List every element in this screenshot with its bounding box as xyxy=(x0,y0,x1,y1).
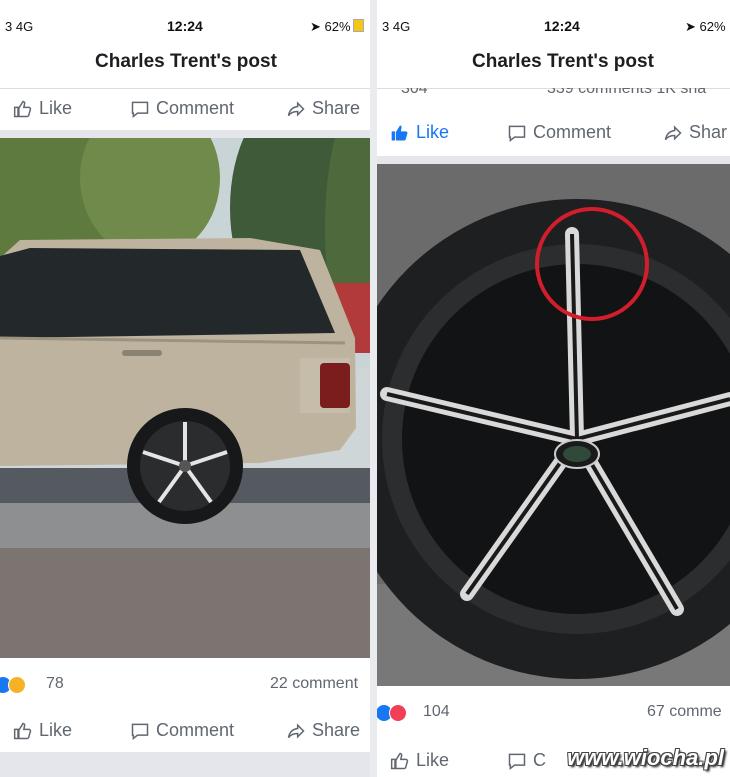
post-header: Charles Trent's post xyxy=(0,38,370,89)
comment-button[interactable]: Comment xyxy=(130,98,234,119)
comment-button[interactable]: Comment xyxy=(507,122,611,143)
comment-label: Comment xyxy=(156,98,235,118)
like-label: Like xyxy=(416,750,450,770)
carrier-signal: 3 4G xyxy=(382,19,411,34)
wow-reaction-icon xyxy=(8,676,26,694)
thumbs-up-icon xyxy=(391,125,408,140)
action-bar-bottom: Like Comment Share xyxy=(0,710,370,754)
reactions-summary[interactable]: 78 22 comment xyxy=(0,670,370,700)
left-post-screenshot: 3 4G 12:24 ➤ 62% Charles Trent's post Li… xyxy=(0,0,370,777)
comment-icon xyxy=(131,101,149,118)
post-header: Charles Trent's post xyxy=(377,38,730,89)
clock: 12:24 xyxy=(167,18,203,34)
share-button[interactable]: Share xyxy=(286,98,360,119)
page-title: Charles Trent's post xyxy=(95,51,277,72)
clock: 12:24 xyxy=(544,18,580,34)
share-button[interactable]: Share xyxy=(286,720,360,741)
comment-count[interactable]: 67 comme xyxy=(647,703,722,721)
cutoff-comment-share: 339 comments 1K sha xyxy=(547,88,707,97)
status-bar: 3 4G 12:24 ➤ 62% xyxy=(377,14,730,38)
action-bar-top: Like Comment Share xyxy=(0,88,370,132)
thumbs-up-icon xyxy=(390,752,409,769)
separator xyxy=(0,752,370,777)
separator xyxy=(0,130,370,138)
like-button[interactable]: Like xyxy=(13,98,72,119)
reaction-icons xyxy=(0,676,26,694)
battery-percent: 62% xyxy=(324,19,351,34)
cutoff-stats: 304 339 comments 1K sha xyxy=(377,88,730,98)
share-label: Shar xyxy=(689,122,728,142)
right-post-screenshot: 3 4G 12:24 ➤ 62% Charles Trent's post 30… xyxy=(377,0,730,777)
like-label: Like xyxy=(416,122,450,142)
like-label: Like xyxy=(39,720,73,740)
battery-indicator: ➤ 62% xyxy=(685,19,726,35)
like-button[interactable]: Like xyxy=(390,750,449,771)
reactions-summary[interactable]: 104 67 comme xyxy=(377,698,730,728)
reaction-count: 104 xyxy=(423,703,450,720)
location-icon: ➤ xyxy=(685,19,696,34)
comment-label: Comment xyxy=(156,720,235,740)
comment-button[interactable]: Comment xyxy=(130,720,234,741)
reaction-icons xyxy=(377,704,407,722)
share-icon xyxy=(664,124,682,141)
watermark: www.wiocha.pl xyxy=(567,745,724,770)
page-title: Charles Trent's post xyxy=(472,51,654,72)
share-button[interactable]: Shar xyxy=(663,122,727,143)
comment-label: Comment xyxy=(533,122,612,142)
comment-button[interactable]: C xyxy=(507,750,546,771)
comment-icon xyxy=(131,723,149,740)
share-icon xyxy=(287,100,305,117)
like-button[interactable]: Like xyxy=(13,720,72,741)
carrier-signal: 3 4G xyxy=(5,19,34,34)
cutoff-reaction-count: 304 xyxy=(401,88,428,97)
share-label: Share xyxy=(312,98,361,118)
battery-indicator: ➤ 62% xyxy=(310,19,364,35)
like-label: Like xyxy=(39,98,73,118)
thumbs-up-icon xyxy=(13,722,32,739)
battery-icon xyxy=(352,19,364,32)
comment-count[interactable]: 22 comment xyxy=(270,675,358,693)
battery-percent: 62% xyxy=(699,19,726,34)
comment-icon xyxy=(508,125,526,142)
action-bar-top: Like Comment Shar xyxy=(377,112,730,156)
separator xyxy=(377,156,730,164)
car-photo[interactable] xyxy=(0,138,370,658)
panel-divider xyxy=(370,0,377,777)
status-bar: 3 4G 12:24 ➤ 62% xyxy=(0,14,370,38)
thumbs-up-icon xyxy=(13,100,32,117)
share-icon xyxy=(287,722,305,739)
share-label: Share xyxy=(312,720,361,740)
comment-icon xyxy=(508,753,526,770)
reaction-count: 78 xyxy=(46,675,64,692)
comment-label: C xyxy=(533,750,546,770)
wheel-photo[interactable] xyxy=(377,164,730,686)
like-button[interactable]: Like xyxy=(390,122,449,143)
location-icon: ➤ xyxy=(310,19,321,34)
love-reaction-icon xyxy=(389,704,407,722)
